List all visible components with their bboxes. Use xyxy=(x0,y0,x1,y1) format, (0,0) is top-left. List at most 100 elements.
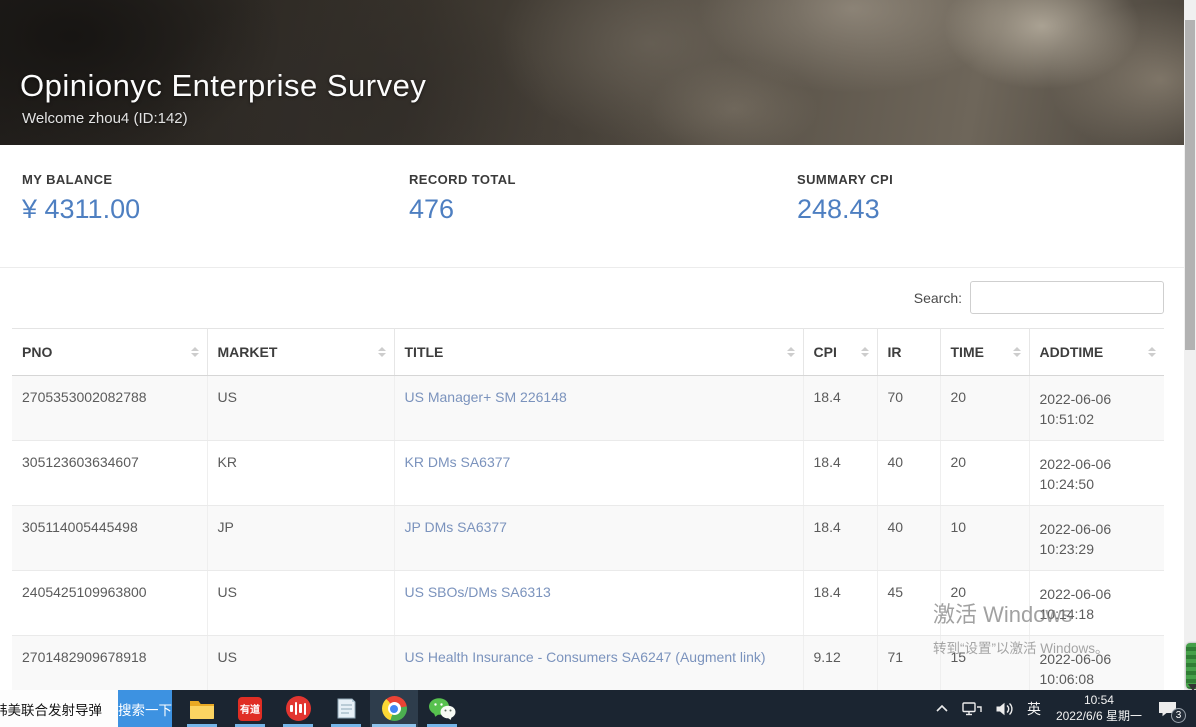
column-header-pno[interactable]: PNO xyxy=(12,329,207,376)
cell-ir: 45 xyxy=(877,571,940,636)
scrollbar-thumb[interactable] xyxy=(1185,20,1195,350)
cell-title: JP DMs SA6377 xyxy=(394,506,803,571)
cell-title: US SBOs/DMs SA6313 xyxy=(394,571,803,636)
column-label: TITLE xyxy=(405,344,444,360)
stat-my-balance: MY BALANCE ¥ 4311.00 xyxy=(22,172,140,225)
survey-link[interactable]: US SBOs/DMs SA6313 xyxy=(405,584,551,600)
scrollbar-track[interactable] xyxy=(1184,0,1196,690)
column-header-cpi[interactable]: CPI xyxy=(803,329,877,376)
column-label: PNO xyxy=(22,344,52,360)
wechat-icon xyxy=(428,697,456,721)
cell-title: KR DMs SA6377 xyxy=(394,441,803,506)
cell-cpi: 18.4 xyxy=(803,441,877,506)
stat-summary-cpi: SUMMARY CPI 248.43 xyxy=(797,172,893,225)
taskbar-wechat[interactable] xyxy=(418,690,466,727)
sort-icon xyxy=(378,347,386,357)
tray-chevron-up-icon[interactable] xyxy=(931,690,953,727)
taskbar-youdao[interactable]: 有道 xyxy=(226,690,274,727)
taskbar-empty-area xyxy=(466,690,931,727)
column-label: IR xyxy=(888,344,902,360)
stat-label: MY BALANCE xyxy=(22,172,140,187)
sort-icon xyxy=(1013,347,1021,357)
page-title: Opinionyc Enterprise Survey xyxy=(20,68,426,104)
cell-pno: 2405425109963800 xyxy=(12,571,207,636)
table-search: Search: xyxy=(914,281,1164,314)
cell-time: 20 xyxy=(940,376,1029,441)
tray-volume-icon[interactable] xyxy=(991,690,1018,727)
cell-time: 20 xyxy=(940,571,1029,636)
cell-pno: 305123603634607 xyxy=(12,441,207,506)
cell-market: JP xyxy=(207,506,394,571)
cell-market: KR xyxy=(207,441,394,506)
taskbar-file-explorer[interactable] xyxy=(178,690,226,727)
taskbar-search-button[interactable]: 搜索一下 xyxy=(118,690,172,727)
column-header-addtime[interactable]: ADDTIME xyxy=(1029,329,1164,376)
cell-addtime: 2022-06-06 10:14:18 xyxy=(1029,571,1164,636)
sort-icon xyxy=(191,347,199,357)
stat-value: ¥ 4311.00 xyxy=(22,194,140,225)
youdao-icon: 有道 xyxy=(238,697,262,721)
table-row: 305123603634607 KR KR DMs SA6377 18.4 40… xyxy=(12,441,1164,506)
survey-table: PNO MARKET TITLE CPI IR TIME ADDTIME 270… xyxy=(12,328,1164,701)
cell-time: 20 xyxy=(940,441,1029,506)
cell-ir: 40 xyxy=(877,441,940,506)
column-label: CPI xyxy=(814,344,837,360)
stat-value: 476 xyxy=(409,194,516,225)
survey-link[interactable]: US Health Insurance - Consumers SA6247 (… xyxy=(405,649,766,665)
column-label: ADDTIME xyxy=(1040,344,1104,360)
stat-label: SUMMARY CPI xyxy=(797,172,893,187)
taskbar-chrome[interactable] xyxy=(370,690,418,727)
column-label: TIME xyxy=(951,344,984,360)
header-banner: Opinionyc Enterprise Survey Welcome zhou… xyxy=(0,0,1184,145)
survey-link[interactable]: JP DMs SA6377 xyxy=(405,519,507,535)
table-header-row: PNO MARKET TITLE CPI IR TIME ADDTIME xyxy=(12,329,1164,376)
taskbar-news-search-box[interactable]: 韩美联合发射导弹 xyxy=(0,690,118,727)
sort-icon xyxy=(787,347,795,357)
welcome-text: Welcome zhou4 (ID:142) xyxy=(22,110,188,127)
cell-pno: 2705353002082788 xyxy=(12,376,207,441)
chrome-icon xyxy=(382,696,407,721)
column-label: MARKET xyxy=(218,344,278,360)
cell-time: 10 xyxy=(940,506,1029,571)
table-row: 2405425109963800 US US SBOs/DMs SA6313 1… xyxy=(12,571,1164,636)
survey-link[interactable]: US Manager+ SM 226148 xyxy=(405,389,567,405)
search-input[interactable] xyxy=(970,281,1164,314)
cell-addtime: 2022-06-06 10:23:29 xyxy=(1029,506,1164,571)
cell-addtime: 2022-06-06 10:51:02 xyxy=(1029,376,1164,441)
tray-input-language[interactable]: 英 xyxy=(1023,690,1045,727)
taskbar-music-app[interactable] xyxy=(274,690,322,727)
system-tray: 英 10:54 2022/6/6 星期一 3 xyxy=(931,690,1196,727)
column-header-ir[interactable]: IR xyxy=(877,329,940,376)
news-headline-text: 韩美联合发射导弹 xyxy=(0,699,102,719)
cell-cpi: 18.4 xyxy=(803,571,877,636)
survey-link[interactable]: KR DMs SA6377 xyxy=(405,454,511,470)
tray-clock[interactable]: 10:54 2022/6/6 星期一 xyxy=(1050,693,1148,724)
tray-action-center[interactable]: 3 xyxy=(1153,690,1188,727)
sort-icon xyxy=(1148,347,1156,357)
column-header-title[interactable]: TITLE xyxy=(394,329,803,376)
cell-cpi: 18.4 xyxy=(803,376,877,441)
taskbar: 韩美联合发射导弹 搜索一下 有道 xyxy=(0,690,1196,727)
download-indicator-icon[interactable] xyxy=(1186,643,1196,689)
table-row: 2705353002082788 US US Manager+ SM 22614… xyxy=(12,376,1164,441)
music-app-icon xyxy=(286,696,311,721)
notification-badge: 3 xyxy=(1171,708,1186,723)
taskbar-notepad[interactable] xyxy=(322,690,370,727)
tray-date: 2022/6/6 星期一 xyxy=(1056,709,1142,725)
table-row: 305114005445498 JP JP DMs SA6377 18.4 40… xyxy=(12,506,1164,571)
column-header-time[interactable]: TIME xyxy=(940,329,1029,376)
search-label: Search: xyxy=(914,290,962,306)
stat-label: RECORD TOTAL xyxy=(409,172,516,187)
cell-title: US Manager+ SM 226148 xyxy=(394,376,803,441)
cell-market: US xyxy=(207,376,394,441)
divider xyxy=(0,267,1184,268)
cell-cpi: 18.4 xyxy=(803,506,877,571)
folder-icon xyxy=(189,698,215,720)
stat-value: 248.43 xyxy=(797,194,893,225)
stat-record-total: RECORD TOTAL 476 xyxy=(409,172,516,225)
tray-network-icon[interactable] xyxy=(958,690,986,727)
sort-icon xyxy=(861,347,869,357)
cell-addtime: 2022-06-06 10:24:50 xyxy=(1029,441,1164,506)
cell-ir: 70 xyxy=(877,376,940,441)
column-header-market[interactable]: MARKET xyxy=(207,329,394,376)
